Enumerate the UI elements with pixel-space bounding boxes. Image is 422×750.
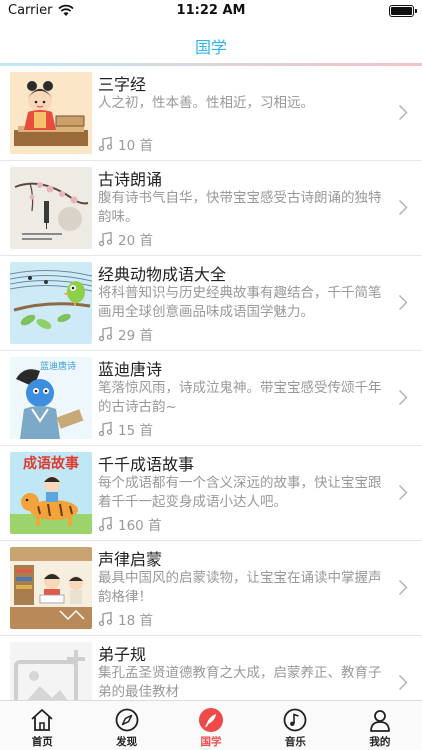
- music-note-icon: [98, 326, 113, 342]
- person-icon: [369, 710, 390, 732]
- item-count: 20 首: [98, 229, 153, 249]
- item-description: 集孔孟圣贤道德教育之大成，启蒙养正、教育子弟的最佳教材: [98, 665, 382, 700]
- item-count-label: 18 首: [118, 613, 153, 629]
- item-title: 经典动物成语大全: [98, 265, 227, 284]
- item-count: 160 首: [98, 514, 162, 534]
- compass-icon: [115, 708, 139, 732]
- item-title: 千千成语故事: [98, 455, 195, 474]
- list-item[interactable]: 声律启蒙 最具中国风的启蒙读物，让宝宝在诵读中掌握声韵格律！ 18 首: [0, 541, 422, 636]
- item-count-label: 20 首: [118, 233, 153, 249]
- item-thumbnail-poetry: [10, 167, 92, 249]
- music-note-icon: [98, 136, 113, 152]
- image-placeholder-icon: [10, 642, 92, 700]
- item-thumbnail-idiom-stories: 成语故事: [10, 452, 92, 534]
- item-description: 最具中国风的启蒙读物，让宝宝在诵读中掌握声韵格律！: [98, 570, 382, 605]
- item-description: 笔落惊风雨，诗成泣鬼神。带宝宝感受传颂千年的古诗古韵~: [98, 380, 382, 415]
- item-count-label: 160 首: [118, 518, 162, 534]
- chevron-right-icon: [398, 484, 408, 501]
- item-thumbnail-animal-idioms: [10, 262, 92, 344]
- tab-label: 首页: [31, 736, 53, 748]
- item-title: 三字经: [98, 75, 147, 94]
- navigation-bar: 国学: [0, 22, 422, 66]
- list-item[interactable]: 成语故事 千千成语故事 每个成语都有一个含义深远的故事，快让宝宝跟着千千一起变身…: [0, 446, 422, 541]
- item-count: 10 首: [98, 134, 153, 154]
- list-item[interactable]: 弟子规 集孔孟圣贤道德教育之大成，启蒙养正、教育子弟的最佳教材: [0, 636, 422, 700]
- tab-home[interactable]: 首页: [0, 701, 84, 750]
- thumb-logo-text: 蓝迪唐诗: [40, 360, 76, 372]
- tab-label: 发现: [116, 736, 138, 748]
- tab-mine[interactable]: 我的: [338, 701, 422, 750]
- item-count: 18 首: [98, 609, 153, 629]
- status-bar: Carrier 11:22 AM: [0, 0, 422, 22]
- chevron-right-icon: [398, 674, 408, 691]
- battery-icon: [389, 5, 417, 17]
- status-time: 11:22 AM: [176, 3, 246, 18]
- item-title: 古诗朗诵: [98, 170, 163, 189]
- item-thumbnail-sanzijing: [10, 72, 92, 154]
- item-count-label: 10 首: [118, 138, 153, 154]
- tab-label: 国学: [200, 736, 222, 748]
- list-item[interactable]: 蓝迪唐诗 蓝迪唐诗 笔落惊风雨，诗成泣鬼神。带宝宝感受传颂千年的古诗古韵~ 15…: [0, 351, 422, 446]
- item-description: 将科普知识与历史经典故事有趣结合，千千简笔画用全球创意画品味成语国学魅力。: [98, 285, 382, 320]
- music-note-icon: [98, 231, 113, 247]
- item-description: 腹有诗书气自华，快带宝宝感受古诗朗诵的独特韵味。: [98, 190, 382, 225]
- chevron-right-icon: [398, 579, 408, 596]
- content-list[interactable]: 三字经 人之初，性本善。性相近，习相远。 10 首 古诗朗诵 腹有诗书气自华，快…: [0, 66, 422, 700]
- item-title: 声律启蒙: [98, 550, 163, 569]
- item-title: 蓝迪唐诗: [98, 360, 163, 379]
- item-count: 15 首: [98, 419, 153, 439]
- chevron-right-icon: [398, 104, 408, 121]
- feather-icon: [199, 708, 224, 732]
- tab-guoxue[interactable]: 国学: [169, 701, 253, 750]
- item-description: 每个成语都有一个含义深远的故事，快让宝宝跟着千千一起变身成语小达人吧。: [98, 475, 382, 510]
- item-thumbnail-landi-tang: 蓝迪唐诗: [10, 357, 92, 439]
- music-icon: [284, 708, 307, 732]
- chevron-right-icon: [398, 294, 408, 311]
- page-title: 国学: [194, 38, 227, 57]
- tab-music[interactable]: 音乐: [253, 701, 337, 750]
- item-thumbnail-shenglv: [10, 547, 92, 629]
- tab-discover[interactable]: 发现: [84, 701, 168, 750]
- item-description: 人之初，性本善。性相近，习相远。: [98, 95, 314, 111]
- list-item[interactable]: 古诗朗诵 腹有诗书气自华，快带宝宝感受古诗朗诵的独特韵味。 20 首: [0, 161, 422, 256]
- item-count-label: 29 首: [118, 328, 153, 344]
- tab-label: 我的: [369, 736, 391, 748]
- chevron-right-icon: [398, 389, 408, 406]
- list-item[interactable]: 经典动物成语大全 将科普知识与历史经典故事有趣结合，千千简笔画用全球创意画品味成…: [0, 256, 422, 351]
- music-note-icon: [98, 421, 113, 437]
- item-count-label: 15 首: [118, 423, 153, 439]
- tab-label: 音乐: [284, 736, 306, 748]
- thumb-logo-text: 成语故事: [23, 455, 79, 472]
- music-note-icon: [98, 516, 113, 532]
- tab-bar: 首页 发现 国学 音乐 我的: [0, 700, 422, 750]
- music-note-icon: [98, 611, 113, 627]
- list-item[interactable]: 三字经 人之初，性本善。性相近，习相远。 10 首: [0, 66, 422, 161]
- home-icon: [31, 709, 53, 731]
- item-title: 弟子规: [98, 645, 147, 664]
- chevron-right-icon: [398, 199, 408, 216]
- item-count: 29 首: [98, 324, 153, 344]
